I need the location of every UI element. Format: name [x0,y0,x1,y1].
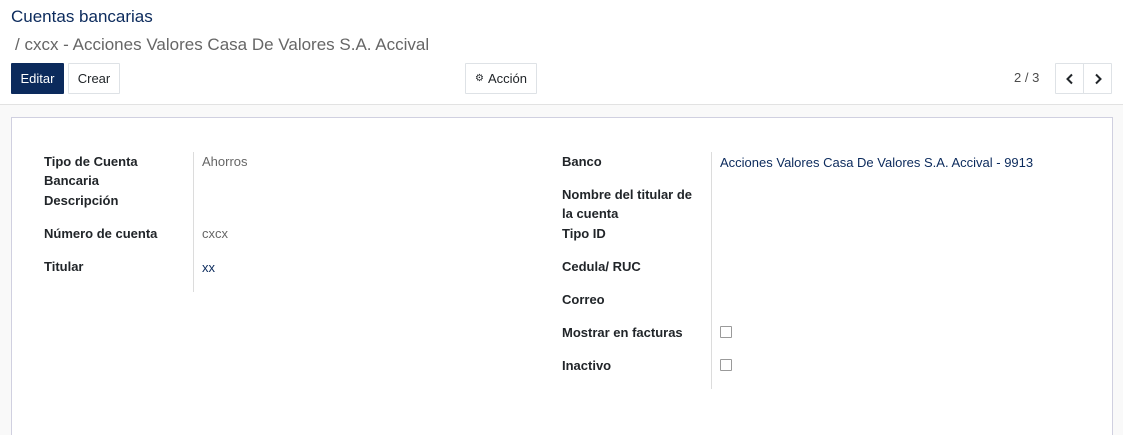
action-button-label: Acción [487,71,527,86]
mostrar-facturas-label: Mostrar en facturas [562,325,683,340]
tipo-cuenta-value[interactable]: Ahorros [202,152,248,172]
numero-cuenta-label: Número de cuenta [44,226,158,241]
gear-icon: ⚙ [475,73,484,84]
numero-cuenta-value[interactable]: cxcx [202,224,228,244]
titular-value-link[interactable]: xx [202,258,215,278]
inactivo-label: Inactivo [562,358,612,373]
cedula-ruc-label: Cedula/ RUC [562,259,641,274]
titular-label: Titular [44,259,84,274]
correo-label: Correo [562,292,605,307]
tipo-cuenta-label-line2: Bancaria [44,173,99,188]
banco-label: Banco [562,154,602,169]
chevron-right-icon [1094,73,1102,84]
pager-previous-button[interactable] [1055,63,1084,94]
create-button[interactable]: Crear [68,63,120,94]
form-sheet: Tipo de Cuenta Bancaria Ahorros Descripc… [11,117,1113,435]
breadcrumb-current-record: / cxcx - Acciones Valores Casa De Valore… [15,35,430,54]
tipo-cuenta-label: Tipo de Cuenta [44,154,138,169]
breadcrumb-root-link[interactable]: Cuentas bancarias [11,7,153,27]
nombre-titular-label-line2: la cuenta [562,206,619,221]
pager-value[interactable]: 2 / 3 [1014,70,1039,85]
inactivo-checkbox[interactable] [720,359,732,371]
control-panel: Cuentas bancarias / cxcx - Acciones Valo… [0,0,1123,105]
descripcion-label: Descripción [44,193,119,208]
tipo-id-label: Tipo ID [562,226,606,241]
action-dropdown-button[interactable]: ⚙ Acción [465,63,537,94]
banco-value-link[interactable]: Acciones Valores Casa De Valores S.A. Ac… [720,153,1033,173]
edit-button[interactable]: Editar [11,63,64,94]
nombre-titular-label: Nombre del titular de [562,187,693,202]
left-column-divider [193,152,194,292]
chevron-left-icon [1065,73,1073,84]
pager-next-button[interactable] [1083,63,1112,94]
mostrar-facturas-checkbox[interactable] [720,326,732,338]
right-column-divider [711,152,712,389]
